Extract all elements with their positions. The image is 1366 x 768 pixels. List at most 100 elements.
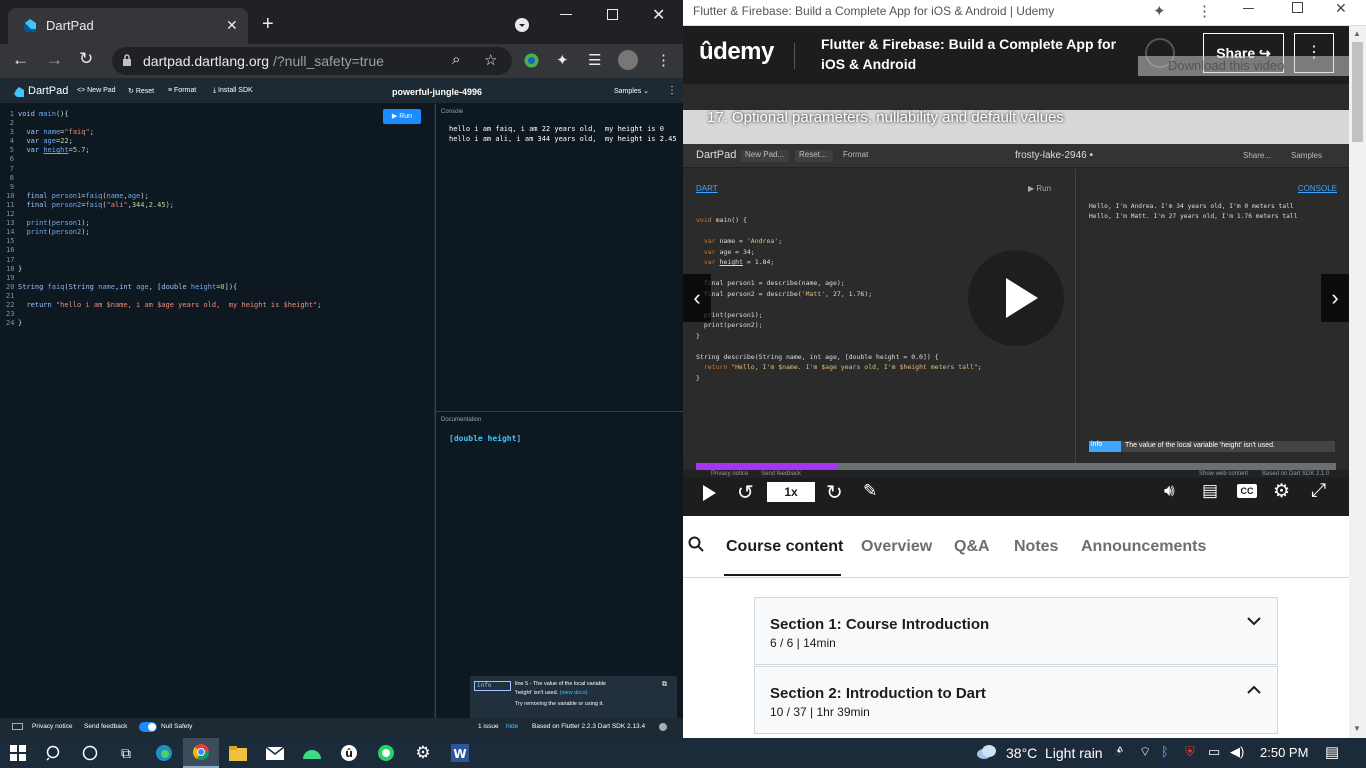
volume-icon[interactable]: 🔊︎ bbox=[1164, 481, 1175, 501]
mail-icon[interactable] bbox=[257, 738, 293, 768]
rewind-icon[interactable]: ↺ bbox=[737, 480, 754, 505]
run-button[interactable]: ▶ Run bbox=[383, 109, 421, 124]
dartpad-menu-icon[interactable]: ⋮ bbox=[667, 85, 677, 96]
section-1[interactable]: Section 1: Course Introduction 6 / 6 | 1… bbox=[754, 597, 1278, 665]
section-2[interactable]: Section 2: Introduction to Dart 10 / 37 … bbox=[754, 666, 1278, 734]
prev-lecture-button[interactable]: ‹ bbox=[683, 274, 711, 322]
format-button[interactable]: ≡ Format bbox=[168, 87, 196, 94]
weather-cloud-icon[interactable] bbox=[976, 744, 998, 760]
security-icon[interactable]: ⛨ bbox=[1185, 744, 1195, 760]
close-window-icon[interactable]: ✕ bbox=[652, 5, 665, 25]
send-feedback-link[interactable]: Send feedback bbox=[84, 723, 127, 730]
download-video-banner[interactable]: Download this video bbox=[1138, 56, 1349, 76]
wifi-icon[interactable]: ⌔ bbox=[1139, 744, 1151, 760]
udemy-close-icon[interactable]: ✕ bbox=[1335, 0, 1347, 17]
zoom-icon[interactable]: ⌕ bbox=[452, 51, 460, 68]
windows-start-icon[interactable] bbox=[0, 738, 36, 768]
media-queue-icon[interactable]: ☰ bbox=[588, 51, 601, 69]
course-title-line-2[interactable]: iOS & Android bbox=[821, 56, 916, 72]
video-player[interactable]: DartPad New Pad... Reset... Format frost… bbox=[683, 84, 1349, 516]
search-icon[interactable] bbox=[688, 536, 704, 552]
transcript-icon[interactable]: ▤ bbox=[1202, 481, 1218, 501]
section-2-meta: 10 / 37 | 1hr 39min bbox=[770, 705, 870, 719]
tab-announcements[interactable]: Announcements bbox=[1081, 538, 1206, 556]
scrollbar[interactable]: ▲ ▼ bbox=[1349, 26, 1366, 738]
lecture-title: 17. Optional parameters, nullability and… bbox=[707, 109, 1064, 126]
docs-label: Documentation bbox=[441, 417, 482, 423]
android-studio-icon[interactable] bbox=[294, 738, 330, 768]
minimize-icon[interactable] bbox=[560, 14, 572, 15]
video-run-label: Run bbox=[1036, 184, 1052, 193]
code-editor[interactable]: 1 2 3 4 5 6 7 8 9 10 11 12 13 14 15 16 1… bbox=[0, 104, 434, 718]
video-progress-track[interactable] bbox=[696, 463, 1336, 470]
settings-gear-icon[interactable]: ⚙ bbox=[1273, 480, 1290, 503]
hide-issues-link[interactable]: hide bbox=[506, 723, 518, 730]
task-view-icon[interactable]: ⧉ bbox=[108, 738, 144, 768]
big-play-button[interactable] bbox=[968, 250, 1064, 346]
play-icon[interactable] bbox=[700, 484, 718, 502]
file-explorer-icon[interactable] bbox=[220, 738, 256, 768]
install-sdk-button[interactable]: ⤓ Install SDK bbox=[213, 87, 253, 95]
speed-button[interactable]: 1x bbox=[767, 482, 815, 502]
udemy-logo[interactable]: ûdemy bbox=[699, 38, 774, 66]
section-2-title: Section 2: Introduction to Dart bbox=[770, 685, 986, 702]
new-pad-button[interactable]: <> New Pad bbox=[77, 87, 116, 94]
keyboard-icon[interactable] bbox=[12, 723, 23, 730]
udemy-maximize-icon[interactable] bbox=[1292, 2, 1303, 13]
course-title-line-1[interactable]: Flutter & Firebase: Build a Complete App… bbox=[821, 36, 1116, 52]
speaker-icon[interactable]: ◀︎) bbox=[1230, 744, 1244, 760]
clock[interactable]: 2:50 PM bbox=[1260, 745, 1308, 760]
recorded-dartpad-header: DartPad New Pad... Reset... Format frost… bbox=[683, 144, 1349, 168]
forward-icon[interactable]: ↻ bbox=[826, 480, 843, 505]
udemy-menu-icon[interactable]: ⋮ bbox=[1197, 2, 1212, 20]
chrome-taskbar-icon[interactable] bbox=[183, 738, 219, 768]
browser-tab-dartpad[interactable]: DartPad ✕ bbox=[8, 8, 248, 44]
address-bar[interactable]: dartpad.dartlang.org /?null_safety=true … bbox=[112, 47, 512, 75]
edge-icon[interactable] bbox=[146, 738, 182, 768]
lock-icon bbox=[122, 54, 132, 67]
notes-icon[interactable]: ✎ bbox=[863, 481, 877, 501]
fullscreen-icon[interactable]: ⤢ bbox=[1311, 480, 1326, 502]
profile-avatar-icon[interactable] bbox=[618, 50, 638, 70]
tooltip-line-2: 'height' isn't used. (view docs) bbox=[515, 690, 588, 696]
back-icon[interactable]: ← bbox=[12, 50, 29, 70]
scroll-thumb[interactable] bbox=[1352, 42, 1363, 142]
tab-search-icon[interactable] bbox=[514, 17, 530, 33]
new-tab-icon[interactable]: + bbox=[262, 14, 274, 34]
scroll-down-icon[interactable]: ▼ bbox=[1353, 724, 1361, 733]
close-icon[interactable]: ✕ bbox=[226, 17, 238, 34]
bookmark-star-icon[interactable]: ☆ bbox=[484, 51, 497, 69]
captions-icon[interactable]: CC bbox=[1237, 484, 1257, 498]
extension-color-icon[interactable] bbox=[524, 53, 539, 68]
reset-button[interactable]: ↻ Reset bbox=[128, 87, 154, 95]
copy-icon[interactable]: ⧉ bbox=[662, 681, 667, 689]
settings-taskbar-icon[interactable]: ⚙ bbox=[405, 738, 441, 768]
notifications-icon[interactable]: ▤ bbox=[1325, 743, 1339, 761]
search-taskbar-icon[interactable] bbox=[36, 738, 72, 768]
next-lecture-button[interactable]: › bbox=[1321, 274, 1349, 322]
tab-qa[interactable]: Q&A bbox=[954, 538, 990, 556]
bluetooth-icon[interactable]: ᛒ bbox=[1161, 744, 1169, 759]
show-hidden-icons[interactable]: ^ bbox=[1117, 744, 1123, 759]
udemy-app-icon[interactable]: û bbox=[331, 738, 367, 768]
extensions-puzzle-icon[interactable]: ✦ bbox=[556, 51, 569, 69]
battery-icon[interactable]: ▭ bbox=[1208, 744, 1220, 760]
cortana-icon[interactable] bbox=[72, 738, 108, 768]
scroll-up-icon[interactable]: ▲ bbox=[1353, 29, 1361, 38]
maximize-icon[interactable] bbox=[607, 9, 618, 20]
samples-dropdown[interactable]: Samples ⌄ bbox=[614, 87, 649, 95]
code-content[interactable]: void main(){ var name="faiq"; var age=22… bbox=[18, 110, 321, 328]
tab-overview[interactable]: Overview bbox=[861, 538, 932, 556]
view-docs-link[interactable]: (view docs) bbox=[560, 690, 588, 696]
extension-icon[interactable]: ✦ bbox=[1153, 2, 1166, 20]
word-icon[interactable]: W bbox=[442, 738, 478, 768]
whatsapp-icon[interactable] bbox=[368, 738, 404, 768]
chrome-menu-icon[interactable]: ⋮ bbox=[656, 51, 671, 69]
privacy-notice-link[interactable]: Privacy notice bbox=[32, 723, 72, 730]
null-safety-toggle[interactable] bbox=[139, 722, 157, 732]
udemy-minimize-icon[interactable] bbox=[1243, 8, 1254, 9]
reload-icon[interactable]: ↻ bbox=[79, 49, 93, 69]
tab-notes[interactable]: Notes bbox=[1014, 538, 1058, 556]
tab-course-content[interactable]: Course content bbox=[726, 538, 843, 556]
forward-icon[interactable]: → bbox=[46, 50, 63, 70]
